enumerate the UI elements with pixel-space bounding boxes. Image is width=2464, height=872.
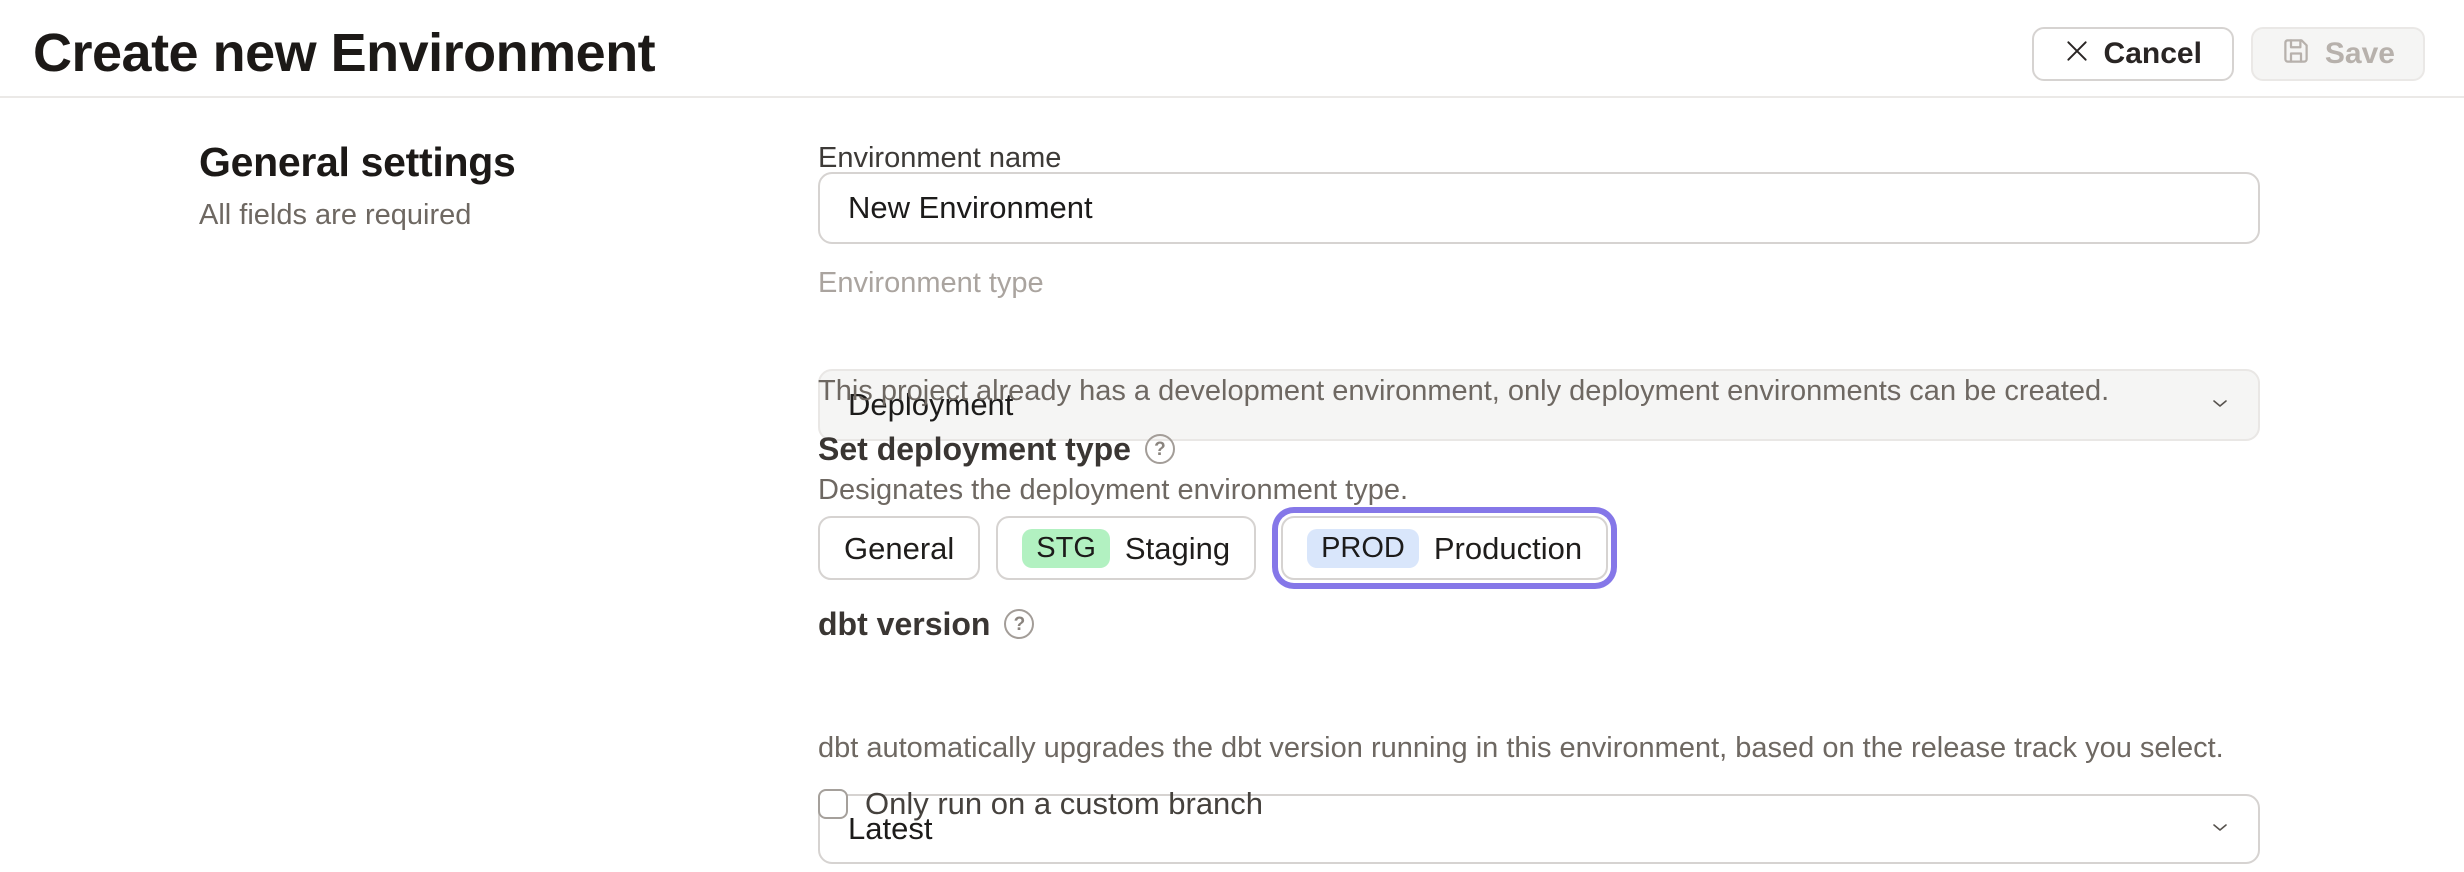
dbt-version-heading-row: dbt version ?	[818, 608, 2260, 640]
environment-form: Environment name Environment type Deploy…	[818, 0, 2260, 872]
custom-branch-label[interactable]: Only run on a custom branch	[865, 788, 1263, 819]
deployment-type-heading: Set deployment type	[818, 433, 1131, 465]
deployment-type-description: Designates the deployment environment ty…	[818, 471, 2260, 510]
dbt-version-helper: dbt automatically upgrades the dbt versi…	[818, 729, 2260, 768]
save-button[interactable]: Save	[2251, 27, 2425, 81]
custom-branch-checkbox[interactable]	[818, 789, 848, 819]
create-environment-page: Create new Environment Cancel Save Gen	[0, 0, 2464, 872]
general-settings-heading: General settings	[199, 140, 515, 185]
environment-type-helper: This project already has a development e…	[818, 372, 2260, 411]
deployment-type-options: General STG Staging PROD Production	[818, 516, 2260, 580]
environment-name-label: Environment name	[818, 144, 2260, 173]
save-floppy-icon	[2281, 36, 2311, 72]
deployment-type-production-button[interactable]: PROD Production	[1281, 516, 1608, 580]
production-badge: PROD	[1307, 529, 1419, 568]
staging-badge: STG	[1022, 529, 1110, 568]
help-icon[interactable]: ?	[1004, 609, 1034, 639]
deployment-type-general-label: General	[844, 533, 954, 564]
dbt-version-heading: dbt version	[818, 608, 990, 640]
environment-type-label: Environment type	[818, 269, 2260, 298]
deployment-type-general-button[interactable]: General	[818, 516, 980, 580]
deployment-type-production-label: Production	[1434, 533, 1582, 564]
save-button-label: Save	[2325, 39, 2395, 69]
general-settings-subheading: All fields are required	[199, 199, 515, 232]
help-icon[interactable]: ?	[1145, 434, 1175, 464]
page-title: Create new Environment	[33, 26, 655, 80]
deployment-type-heading-row: Set deployment type ?	[818, 433, 2260, 465]
deployment-type-staging-button[interactable]: STG Staging	[996, 516, 1256, 580]
environment-name-input[interactable]	[818, 172, 2260, 244]
general-settings-intro: General settings All fields are required	[199, 140, 515, 232]
deployment-type-staging-label: Staging	[1125, 533, 1230, 564]
custom-branch-row: Only run on a custom branch	[818, 788, 2260, 819]
